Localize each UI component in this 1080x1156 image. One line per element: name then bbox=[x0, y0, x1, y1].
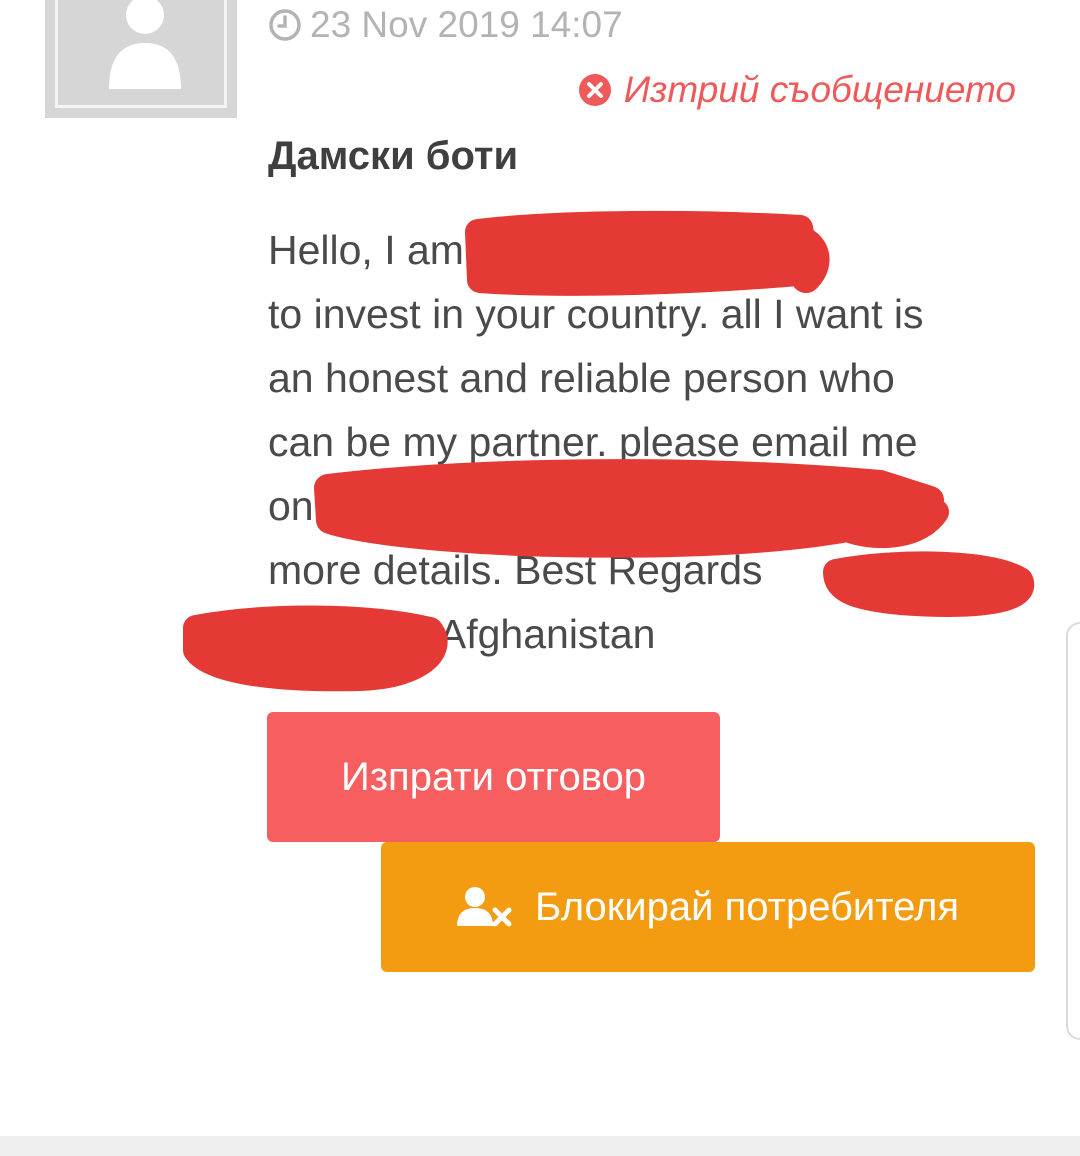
block-user-label: Блокирай потребителя bbox=[534, 884, 960, 929]
x-circle-icon bbox=[578, 74, 611, 106]
avatar bbox=[45, 0, 237, 118]
message-timestamp: 23 Nov 2019 14:07 bbox=[268, 4, 623, 46]
delete-message-link[interactable]: Изтрий съобщението bbox=[578, 69, 1016, 111]
send-reply-button[interactable]: Изпрати отговор bbox=[267, 712, 720, 842]
send-reply-label: Изпрати отговор bbox=[340, 754, 647, 799]
footer-divider bbox=[0, 1136, 1080, 1156]
user-x-icon bbox=[456, 887, 512, 927]
message-body: Hello, I am I will like to invest in you… bbox=[268, 218, 1028, 666]
user-silhouette-icon bbox=[109, 0, 181, 89]
message-line: on for bbox=[268, 483, 373, 529]
delete-message-label: Изтрий съобщението bbox=[623, 69, 1016, 110]
message-line: Hello, I am I will like bbox=[268, 227, 628, 273]
block-user-button[interactable]: Блокирай потребителя bbox=[381, 842, 1035, 972]
message-subject: Дамски боти bbox=[268, 134, 519, 178]
message-line: can be my partner. please email me bbox=[268, 419, 918, 465]
message-line: to invest in your country. all I want is bbox=[268, 291, 924, 337]
side-scroll-handle[interactable] bbox=[1066, 622, 1080, 1040]
message-line: an honest and reliable person who bbox=[268, 355, 895, 401]
timestamp-text: 23 Nov 2019 14:07 bbox=[310, 4, 623, 45]
message-line: US Army Afghanistan bbox=[268, 611, 656, 657]
message-line: more details. Best Regards bbox=[268, 547, 763, 593]
clock-icon bbox=[269, 9, 301, 41]
